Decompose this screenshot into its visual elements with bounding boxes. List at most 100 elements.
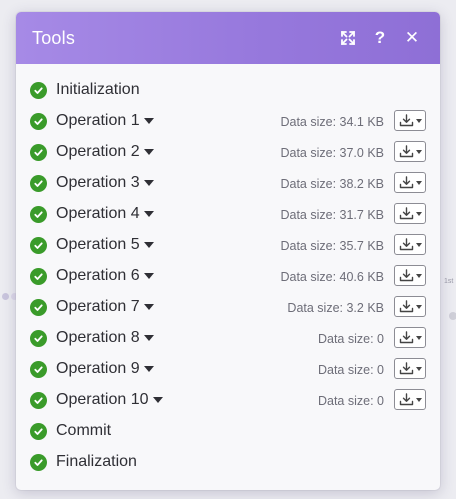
data-size-text: Data size: 31.7 KB — [280, 208, 384, 222]
step-label-text: Operation 9 — [56, 360, 140, 377]
step-row: Initialization — [16, 76, 440, 107]
chevron-down-icon — [416, 149, 422, 154]
success-check-icon — [30, 175, 47, 192]
chevron-down-icon[interactable] — [143, 366, 154, 372]
chevron-down-icon[interactable] — [143, 118, 154, 124]
download-icon — [399, 207, 414, 220]
chevron-down-icon — [416, 366, 422, 371]
step-row: Operation 6 Data size: 40.6 KB — [16, 262, 440, 293]
step-label[interactable]: Operation 3 — [56, 174, 154, 192]
panel-header: Tools ? ✕ — [16, 12, 440, 64]
chevron-down-icon — [416, 304, 422, 309]
chevron-down-icon — [416, 242, 422, 247]
data-size-text: Data size: 0 — [317, 363, 384, 377]
expand-button[interactable] — [334, 24, 362, 52]
success-check-icon — [30, 237, 47, 254]
step-label: Initialization — [56, 81, 140, 99]
chevron-down-icon[interactable] — [143, 335, 154, 341]
chevron-down-icon — [416, 211, 422, 216]
download-icon — [399, 114, 414, 127]
chevron-down-icon — [416, 118, 422, 123]
step-label-text: Operation 3 — [56, 174, 140, 191]
chevron-down-icon — [416, 180, 422, 185]
step-label-text: Operation 4 — [56, 205, 140, 222]
step-row: Operation 2 Data size: 37.0 KB — [16, 138, 440, 169]
step-label[interactable]: Operation 7 — [56, 298, 154, 316]
step-label[interactable]: Operation 1 — [56, 112, 154, 130]
step-label[interactable]: Operation 8 — [56, 329, 154, 347]
step-list: Initialization Operation 1 Data size: 34.1… — [16, 64, 440, 479]
chevron-down-icon[interactable] — [143, 211, 154, 217]
download-dropdown-button[interactable] — [394, 203, 426, 224]
success-check-icon — [30, 392, 47, 409]
chevron-down-icon[interactable] — [143, 304, 154, 310]
success-check-icon — [30, 144, 47, 161]
step-label[interactable]: Operation 9 — [56, 360, 154, 378]
download-icon — [399, 238, 414, 251]
chevron-down-icon — [416, 335, 422, 340]
step-row: Operation 9 Data size: 0 — [16, 355, 440, 386]
download-dropdown-button[interactable] — [394, 327, 426, 348]
download-icon — [399, 393, 414, 406]
background-route-label: 1st — [444, 278, 454, 285]
step-row: Operation 7 Data size: 3.2 KB — [16, 293, 440, 324]
expand-icon — [341, 31, 355, 45]
success-check-icon — [30, 206, 47, 223]
step-label[interactable]: Operation 2 — [56, 143, 154, 161]
data-size-text: Data size: 38.2 KB — [280, 177, 384, 191]
step-label[interactable]: Operation 6 — [56, 267, 154, 285]
step-row: Operation 10 Data size: 0 — [16, 386, 440, 417]
step-label[interactable]: Operation 5 — [56, 236, 154, 254]
success-check-icon — [30, 423, 47, 440]
data-size-text: Data size: 34.1 KB — [280, 115, 384, 129]
data-size-text: Data size: 3.2 KB — [287, 301, 384, 315]
download-icon — [399, 269, 414, 282]
step-label[interactable]: Operation 10 — [56, 391, 163, 409]
help-button[interactable]: ? — [366, 24, 394, 52]
chevron-down-icon[interactable] — [143, 242, 154, 248]
step-label-text: Operation 5 — [56, 236, 140, 253]
download-dropdown-button[interactable] — [394, 358, 426, 379]
step-label: Commit — [56, 422, 111, 440]
data-size-text: Data size: 40.6 KB — [280, 270, 384, 284]
download-dropdown-button[interactable] — [394, 389, 426, 410]
chevron-down-icon[interactable] — [143, 149, 154, 155]
download-dropdown-button[interactable] — [394, 172, 426, 193]
data-size-text: Data size: 37.0 KB — [280, 146, 384, 160]
download-icon — [399, 331, 414, 344]
download-icon — [399, 176, 414, 189]
step-label: Finalization — [56, 453, 137, 471]
step-row: Commit — [16, 417, 440, 448]
download-dropdown-button[interactable] — [394, 234, 426, 255]
step-label[interactable]: Operation 4 — [56, 205, 154, 223]
success-check-icon — [30, 330, 47, 347]
download-dropdown-button[interactable] — [394, 141, 426, 162]
download-dropdown-button[interactable] — [394, 265, 426, 286]
chevron-down-icon[interactable] — [152, 397, 163, 403]
step-label-text: Finalization — [56, 453, 137, 470]
download-dropdown-button[interactable] — [394, 110, 426, 131]
help-icon: ? — [374, 28, 386, 47]
data-size-text: Data size: 0 — [317, 332, 384, 346]
close-button[interactable]: ✕ — [398, 24, 426, 52]
step-label-text: Operation 8 — [56, 329, 140, 346]
step-row: Operation 8 Data size: 0 — [16, 324, 440, 355]
step-row: Operation 3 Data size: 38.2 KB — [16, 169, 440, 200]
success-check-icon — [30, 454, 47, 471]
chevron-down-icon — [416, 397, 422, 402]
download-dropdown-button[interactable] — [394, 296, 426, 317]
chevron-down-icon[interactable] — [143, 180, 154, 186]
tools-panel: Tools ? ✕ Initialization Operation 1 Data … — [16, 12, 440, 490]
step-label-text: Operation 1 — [56, 112, 140, 129]
chevron-down-icon[interactable] — [143, 273, 154, 279]
step-row: Operation 5 Data size: 35.7 KB — [16, 231, 440, 262]
step-row: Operation 1 Data size: 34.1 KB — [16, 107, 440, 138]
step-label-text: Operation 2 — [56, 143, 140, 160]
success-check-icon — [30, 113, 47, 130]
step-label-text: Commit — [56, 422, 112, 439]
panel-title: Tools — [32, 27, 76, 48]
step-label-text: Operation 7 — [56, 298, 140, 315]
success-check-icon — [30, 268, 47, 285]
chevron-down-icon — [416, 273, 422, 278]
data-size-text: Data size: 0 — [317, 394, 384, 408]
